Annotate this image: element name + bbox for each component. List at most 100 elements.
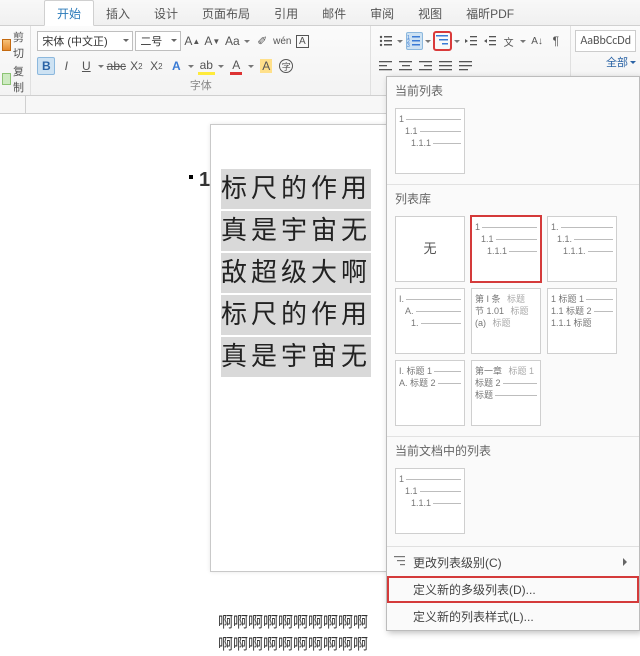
increase-indent-button[interactable]: [481, 32, 498, 50]
font-name-combo[interactable]: 宋体 (中文正): [37, 31, 133, 51]
font-group-label: 字体: [31, 77, 370, 93]
text-line: 啊啊啊啊啊啊啊啊啊啊: [218, 634, 368, 656]
font-group: 宋体 (中文正) 二号 A▲ A▼ Aa ✐ wén A B I U abc X…: [31, 26, 371, 95]
copy-button[interactable]: 复制: [2, 62, 28, 96]
dropdown-caret-icon[interactable]: [519, 37, 527, 46]
scissors-icon: [2, 39, 11, 51]
cut-button[interactable]: 剪切: [2, 28, 28, 62]
strike-button[interactable]: abc: [107, 57, 125, 75]
ml-section-library: 列表库: [387, 184, 639, 210]
tab-references[interactable]: 引用: [262, 1, 310, 25]
tab-view[interactable]: 视图: [406, 1, 454, 25]
dropdown-caret-icon[interactable]: [243, 37, 251, 46]
font-color-button[interactable]: A: [227, 57, 245, 75]
bullet-list-icon: [379, 34, 393, 48]
text-line: 敌超级大啊: [221, 253, 371, 293]
dropdown-caret-icon[interactable]: [453, 37, 461, 46]
multilevel-list-dropdown: 当前列表 1 1.1 1.1.1 列表库 无 1 1.1 1.1.1 1. 1.…: [386, 76, 640, 631]
align-center-icon: [399, 60, 413, 72]
shrink-font-button[interactable]: A▼: [203, 32, 221, 50]
tab-home[interactable]: 开始: [44, 0, 94, 26]
submenu-arrow-icon: [623, 558, 631, 566]
grow-font-button[interactable]: A▲: [183, 32, 201, 50]
text-effects-button[interactable]: A: [167, 57, 185, 75]
phonetic-guide-button[interactable]: wén: [273, 32, 291, 50]
ml-define-style-label: 定义新的列表样式(L)...: [413, 610, 534, 624]
dropdown-caret-icon[interactable]: [97, 62, 105, 71]
list-level-icon: [393, 554, 407, 568]
align-distributed-icon: [459, 60, 473, 72]
eraser-icon: ✐: [257, 34, 267, 48]
tab-layout[interactable]: 页面布局: [190, 1, 262, 25]
highlighter-icon: ab: [198, 58, 215, 75]
ml-change-level-label: 更改列表级别(C): [413, 556, 502, 570]
clipboard-group: 剪切 复制 格式刷: [0, 26, 31, 95]
ml-lib-1[interactable]: 1 1.1 1.1.1: [471, 216, 541, 282]
bullet-list-button[interactable]: [377, 32, 394, 50]
ml-define-style[interactable]: 定义新的列表样式(L)...: [387, 603, 639, 630]
ribbon-tabs: 开始 插入 设计 页面布局 引用 邮件 审阅 视图 福昕PDF: [0, 0, 640, 26]
align-right-icon: [419, 60, 433, 72]
underline-button[interactable]: U: [77, 57, 95, 75]
ml-lib-3[interactable]: I. A. 1.: [395, 288, 465, 354]
change-case-button[interactable]: Aa: [223, 32, 241, 50]
ml-define-new-label: 定义新的多级列表(D)...: [413, 583, 536, 597]
decrease-indent-button[interactable]: [463, 32, 480, 50]
text-line: 真是宇宙无: [221, 337, 371, 377]
ml-lib-5[interactable]: 1 标题 1 1.1 标题 2 1.1.1 标题: [547, 288, 617, 354]
style-preview-normal[interactable]: AaBbCcDd: [575, 30, 636, 52]
ml-indoc-item[interactable]: 1 1.1 1.1.1: [395, 468, 465, 534]
outdent-icon: [464, 34, 478, 48]
align-left-button[interactable]: [377, 57, 395, 75]
body-text[interactable]: 啊啊啊啊啊啊啊啊啊啊 啊啊啊啊啊啊啊啊啊啊: [218, 612, 368, 656]
indent-icon: [483, 34, 497, 48]
sort-button[interactable]: A↓: [529, 32, 546, 50]
align-right-button[interactable]: [417, 57, 435, 75]
tab-foxit-pdf[interactable]: 福昕PDF: [454, 1, 526, 25]
copy-icon: [2, 73, 11, 85]
ml-define-new[interactable]: 定义新的多级列表(D)...: [387, 576, 639, 603]
font-size-combo[interactable]: 二号: [135, 31, 181, 51]
dropdown-caret-icon[interactable]: [187, 62, 195, 71]
align-justify-button[interactable]: [437, 57, 455, 75]
multilevel-list-button[interactable]: [434, 32, 451, 50]
clear-format-button[interactable]: ✐: [253, 32, 271, 50]
dropdown-caret-icon[interactable]: [247, 62, 255, 71]
ml-none[interactable]: 无: [395, 216, 465, 282]
ml-current-item[interactable]: 1 1.1 1.1.1: [395, 108, 465, 174]
highlight-button[interactable]: ab: [197, 57, 215, 75]
tab-insert[interactable]: 插入: [94, 1, 142, 25]
dropdown-caret-icon[interactable]: [396, 37, 404, 46]
subscript-button[interactable]: X2: [127, 57, 145, 75]
ml-lib-2[interactable]: 1. 1.1. 1.1.1.: [547, 216, 617, 282]
align-center-button[interactable]: [397, 57, 415, 75]
dropdown-caret-icon[interactable]: [425, 37, 433, 46]
bold-button[interactable]: B: [37, 57, 55, 75]
ml-lib-7[interactable]: 第一章 标题 1 标题 2 标题: [471, 360, 541, 426]
text-line: 标尺的作用: [221, 169, 371, 209]
tab-review[interactable]: 审阅: [358, 1, 406, 25]
number-list-button[interactable]: 123: [406, 32, 423, 50]
align-left-icon: [379, 60, 393, 72]
show-marks-button[interactable]: ¶: [547, 32, 564, 50]
ml-change-level[interactable]: 更改列表级别(C): [387, 549, 639, 576]
styles-all-link[interactable]: 全部: [606, 54, 636, 70]
ml-lib-4[interactable]: 第 I 条 标题 节 1.01 标题 (a) 标题: [471, 288, 541, 354]
align-distributed-button[interactable]: [457, 57, 475, 75]
tab-design[interactable]: 设计: [142, 1, 190, 25]
text-line: 真是宇宙无: [221, 211, 371, 251]
list-number: 1: [199, 169, 210, 192]
number-list-icon: 123: [407, 34, 421, 48]
tab-mailings[interactable]: 邮件: [310, 1, 358, 25]
bullet-dot-icon: [189, 175, 193, 179]
superscript-button[interactable]: X2: [147, 57, 165, 75]
italic-button[interactable]: I: [57, 57, 75, 75]
ml-section-current: 当前列表: [387, 77, 639, 102]
char-border-button[interactable]: A: [293, 32, 311, 50]
enclose-char-button[interactable]: 字: [277, 57, 295, 75]
dropdown-caret-icon[interactable]: [217, 62, 225, 71]
text-direction-button[interactable]: 文: [500, 32, 517, 50]
char-shading-button[interactable]: A: [257, 57, 275, 75]
ml-lib-6[interactable]: I. 标题 1 A. 标题 2: [395, 360, 465, 426]
text-line: 标尺的作用: [221, 295, 371, 335]
